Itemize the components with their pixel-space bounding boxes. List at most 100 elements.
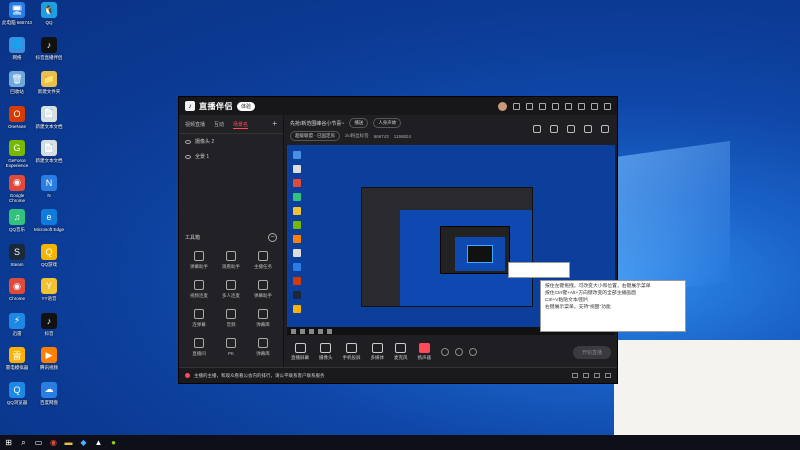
room-pill[interactable]: 播送 xyxy=(349,118,369,128)
share-icon[interactable] xyxy=(567,125,575,133)
app-icon: ⚡ xyxy=(9,312,25,329)
tool-item[interactable]: 主播任务 xyxy=(247,251,279,270)
room-id: zio粉丝标签 xyxy=(345,133,369,138)
tool-label: 直播间 xyxy=(192,351,206,356)
desktop-icon-label: 此电脑 666743 xyxy=(2,20,32,25)
app-icon[interactable]: ◆ xyxy=(79,438,88,447)
minimize-icon[interactable] xyxy=(578,102,585,110)
desktop-icon-label: 新建文本文档 xyxy=(35,158,63,163)
chrome-icon[interactable]: ◉ xyxy=(49,438,58,447)
collapse-icon[interactable]: − xyxy=(268,233,277,242)
scene-item[interactable]: 全景 1 xyxy=(179,149,283,164)
tab-live[interactable]: 视频直播 xyxy=(185,121,205,129)
grid-icon[interactable] xyxy=(550,125,558,133)
tab-scene[interactable]: 场景名 xyxy=(233,121,249,129)
search-icon[interactable]: ⌕ xyxy=(19,438,28,447)
desktop-icon[interactable]: 📁 新建文件夹 xyxy=(34,71,64,94)
gift-icon[interactable] xyxy=(526,102,533,110)
desktop-icon[interactable]: 🐧 QQ xyxy=(34,2,64,25)
tool-item[interactable]: 弹幕助手 xyxy=(183,251,215,270)
desktop-icon[interactable]: 🗑 回收站 xyxy=(2,71,32,94)
desktop-icon[interactable]: ▶ 腾讯视频 xyxy=(34,347,64,370)
gift-icon[interactable] xyxy=(533,125,541,133)
chat-icon[interactable] xyxy=(594,373,600,378)
task-view-icon[interactable]: ▭ xyxy=(34,438,43,447)
settings-icon[interactable] xyxy=(469,348,477,356)
shirt-icon[interactable] xyxy=(552,102,559,110)
notice-text[interactable]: 主播的主播，和观众看看公会内的排行，请公平联系客户联系服务 xyxy=(194,373,325,379)
record-icon[interactable] xyxy=(441,348,449,356)
desktop-icon[interactable]: Q QQ浏览器 xyxy=(2,381,32,405)
close-icon[interactable] xyxy=(604,102,611,110)
tool-item[interactable]: 直播间 xyxy=(183,338,215,357)
desktop-icon[interactable]: 📄 新建文本文档 xyxy=(34,105,64,129)
tool-item[interactable]: 弹幕库 xyxy=(247,338,279,357)
app-icon: N xyxy=(41,174,57,191)
explorer-icon[interactable]: ▬ xyxy=(64,438,73,447)
desktop-icon[interactable]: ♫ QQ音乐 xyxy=(2,209,32,232)
avatar[interactable] xyxy=(498,101,507,111)
cpu-icon[interactable] xyxy=(572,373,578,378)
tool-item[interactable]: 弹幕库 xyxy=(247,309,279,328)
app-icon: S xyxy=(9,243,25,260)
desktop-icon[interactable]: Q QQ游戏 xyxy=(34,243,64,267)
tool-item[interactable]: 观看助手 xyxy=(215,251,247,270)
settings-icon[interactable] xyxy=(565,102,572,110)
eye-icon[interactable] xyxy=(185,139,191,144)
desktop-icon[interactable]: 雷雷电模拟器 xyxy=(2,347,32,370)
media-button[interactable]: 多媒体 xyxy=(371,343,384,361)
speaker-button[interactable]: 扬声器 xyxy=(418,343,431,361)
bell-icon[interactable] xyxy=(584,125,592,133)
eye-icon[interactable] xyxy=(185,154,191,159)
message-icon[interactable] xyxy=(539,102,546,110)
tool-icon xyxy=(226,309,236,319)
desktop-icon[interactable]: Y YY语音 xyxy=(34,278,64,301)
room-pill[interactable]: 人身声故 xyxy=(373,118,402,128)
settings-icon[interactable] xyxy=(601,125,609,133)
tool-item[interactable]: 连弹幕 xyxy=(183,309,215,328)
app-icon[interactable]: ● xyxy=(109,438,118,447)
tool-item[interactable]: 多人连麦 xyxy=(215,280,247,299)
desktop-icon[interactable]: G GeForce Experience xyxy=(2,140,32,168)
camera-button[interactable]: 摄像头 xyxy=(319,343,333,361)
desktop-icon[interactable]: S Steam xyxy=(2,243,32,267)
maximize-icon[interactable] xyxy=(591,102,598,110)
start-live-button[interactable]: 开始直播 xyxy=(572,345,611,359)
tool-item[interactable]: 弹幕助手 xyxy=(247,280,279,299)
room-tag[interactable]: 超级联盟 · 已固定房 xyxy=(290,131,340,141)
mic-icon xyxy=(395,343,407,353)
screen-capture-button[interactable]: 直播屏幕 xyxy=(291,343,309,361)
desktop-icon[interactable]: NN xyxy=(34,174,64,198)
phone-cast-button[interactable]: 手机投屏 xyxy=(343,343,361,361)
desktop-icon[interactable]: O OneNote xyxy=(2,105,32,129)
mic-button[interactable]: 麦克风 xyxy=(394,343,408,361)
app-icon[interactable]: ▲ xyxy=(94,438,103,447)
network-icon[interactable] xyxy=(583,373,589,378)
app-icon: Q xyxy=(9,381,25,398)
desktop-icon[interactable]: e Microsoft Edge xyxy=(34,209,64,232)
desktop-icon[interactable]: ♪ 抖音 xyxy=(34,312,64,336)
more-icon[interactable] xyxy=(605,373,611,378)
tool-icon xyxy=(226,338,236,348)
version-badge[interactable]: 体验 xyxy=(237,101,256,111)
desktop-icon[interactable]: ☁ 百度网盘 xyxy=(34,381,64,405)
tool-item[interactable]: 视频连麦 xyxy=(183,280,215,299)
desktop-icon[interactable]: 🌐 网络 xyxy=(2,36,32,60)
title-controls xyxy=(498,101,611,111)
desktop-icon[interactable]: ◉ Chrome xyxy=(2,278,32,301)
headset-icon[interactable] xyxy=(513,102,520,110)
desktop-icon[interactable]: ◉ Google Chrome xyxy=(2,174,32,203)
desktop-icon[interactable]: ♪ 抖音直播伴侣 xyxy=(34,36,64,60)
room-title[interactable]: 先抢/新范围峰谷小节喜~ xyxy=(290,120,344,127)
tab-interact[interactable]: 互动 xyxy=(214,121,224,129)
scene-item[interactable]: 摄像头 2 xyxy=(179,134,283,149)
desktop-icon[interactable]: 🖥 此电脑 666743 xyxy=(2,2,32,25)
desktop-icon[interactable]: 📄 新建文本文档 xyxy=(34,140,64,163)
eye-icon[interactable] xyxy=(455,348,463,356)
tool-item[interactable]: PK xyxy=(215,338,247,357)
add-scene-icon[interactable]: + xyxy=(272,120,277,129)
start-icon[interactable]: ⊞ xyxy=(4,438,13,447)
tool-item[interactable]: 音频 xyxy=(215,309,247,328)
left-panel: 视频直播 互动 场景名 + 摄像头 2 全景 1 工具箱 − 弹幕助手 观看助手 主… xyxy=(179,115,284,368)
desktop-icon[interactable]: ⚡ 迅雷 xyxy=(2,312,32,336)
